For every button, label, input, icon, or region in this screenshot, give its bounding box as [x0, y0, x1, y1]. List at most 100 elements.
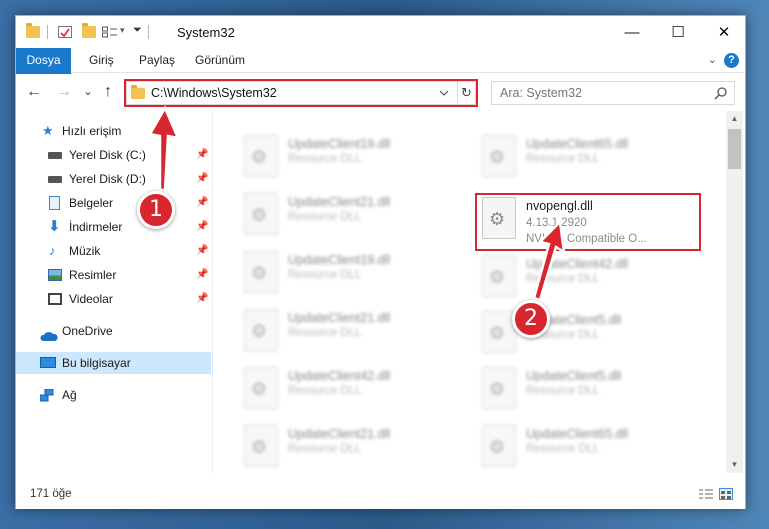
file-name: UpdateClient21.dll — [288, 311, 391, 325]
sidebar-item-videos[interactable]: Videolar 📌 — [16, 288, 211, 310]
file-item[interactable]: UpdateClient5.dll Resource DLL — [476, 363, 706, 415]
back-button[interactable]: ← — [24, 82, 44, 102]
sidebar-item-label: OneDrive — [62, 324, 113, 338]
file-name: UpdateClient21.dll — [288, 427, 391, 441]
tab-share[interactable]: Paylaş — [139, 48, 175, 73]
folder-icon — [26, 23, 40, 38]
up-button[interactable]: ↑ — [98, 82, 118, 102]
search-box[interactable] — [491, 81, 735, 105]
dll-file-icon — [244, 193, 278, 235]
file-description: Resource DLL — [288, 269, 362, 281]
dll-file-icon — [482, 311, 516, 353]
pin-icon[interactable]: 📌 — [196, 240, 208, 262]
sidebar-item-quick-access[interactable]: ★ Hızlı erişim — [16, 120, 211, 142]
file-item[interactable]: UpdateClient65.dll Resource DLL — [476, 131, 706, 183]
dll-file-icon — [244, 251, 278, 293]
vertical-scrollbar[interactable]: ▲ ▼ — [726, 111, 743, 473]
sidebar-item-music[interactable]: ♪ Müzik 📌 — [16, 240, 211, 262]
sidebar-item-label: Bu bilgisayar — [62, 356, 131, 370]
file-highlight-box — [475, 193, 701, 251]
address-highlight-box — [124, 79, 478, 107]
search-input[interactable] — [500, 85, 700, 101]
file-description: Resource DLL — [526, 385, 600, 397]
pin-icon[interactable]: 📌 — [196, 168, 208, 190]
scroll-up-icon[interactable]: ▲ — [726, 111, 743, 127]
sidebar-item-disk-d[interactable]: Yerel Disk (D:) 📌 — [16, 168, 211, 190]
file-item[interactable]: UpdateClient65.dll Resource DLL — [476, 421, 706, 473]
navigation-bar: ← → ⌄ ↑ C:\Windows\System32 ↻ — [16, 74, 745, 110]
sidebar-item-label: Yerel Disk (C:) — [69, 148, 146, 162]
search-icon[interactable] — [714, 86, 728, 100]
dll-file-icon — [482, 135, 516, 177]
sidebar-item-onedrive[interactable]: OneDrive — [16, 320, 211, 342]
network-icon — [39, 388, 56, 402]
sidebar-item-label: Hızlı erişim — [62, 124, 122, 138]
dll-file-icon — [244, 425, 278, 467]
file-description: Resource DLL — [288, 327, 362, 339]
sidebar-item-pictures[interactable]: Resimler 📌 — [16, 264, 211, 286]
explorer-window: ▾ ⏷ System32 — ☐ ✕ Dosya Giriş Paylaş Gö… — [15, 15, 746, 509]
dll-file-icon — [244, 367, 278, 409]
videos-icon — [48, 293, 62, 305]
new-folder-icon[interactable] — [82, 23, 96, 38]
navigation-pane: ★ Hızlı erişim Yerel Disk (C:) 📌 Yerel D… — [16, 111, 213, 473]
file-name: UpdateClient19.dll — [288, 253, 391, 267]
pin-icon[interactable]: 📌 — [196, 264, 208, 286]
file-name: UpdateClient19.dll — [288, 137, 391, 151]
forward-button[interactable]: → — [54, 82, 74, 102]
sidebar-item-label: Resimler — [69, 268, 117, 282]
rename-icon[interactable] — [102, 26, 118, 38]
file-description: Resource DLL — [526, 443, 600, 455]
sidebar-item-network[interactable]: Ağ — [16, 384, 211, 406]
file-description: Resource DLL — [288, 211, 362, 223]
file-item[interactable]: UpdateClient21.dll Resource DLL — [238, 305, 468, 357]
title-bar: ▾ ⏷ System32 — ☐ ✕ — [16, 16, 745, 48]
sidebar-item-label: Videolar — [69, 292, 113, 306]
sidebar-item-documents[interactable]: Belgeler 📌 — [16, 192, 211, 214]
file-item[interactable]: UpdateClient5.dll Resource DLL — [476, 307, 706, 359]
help-button[interactable]: ? — [724, 53, 739, 68]
drive-icon — [48, 152, 62, 159]
pin-icon[interactable]: 📌 — [196, 288, 208, 310]
file-item[interactable]: UpdateClient21.dll Resource DLL — [238, 421, 468, 473]
pin-icon[interactable]: 📌 — [196, 192, 208, 214]
pin-icon[interactable]: 📌 — [196, 144, 208, 166]
ribbon-tabs: Dosya Giriş Paylaş Görünüm ⌄ ? — [16, 48, 745, 100]
dll-file-icon — [482, 367, 516, 409]
file-list: UpdateClient19.dll Resource DLL UpdateCl… — [216, 111, 726, 473]
minimize-button[interactable]: — — [609, 16, 655, 48]
properties-icon[interactable] — [58, 26, 72, 38]
file-item[interactable]: UpdateClient42.dll Resource DLL — [476, 251, 706, 303]
qat-dropdown-icon[interactable]: ▾ — [120, 25, 125, 36]
tab-home[interactable]: Giriş — [89, 48, 114, 73]
scrollbar-thumb[interactable] — [728, 129, 741, 169]
close-button[interactable]: ✕ — [701, 16, 747, 48]
sidebar-item-this-pc[interactable]: Bu bilgisayar — [16, 352, 211, 374]
pictures-icon — [48, 269, 62, 281]
expand-ribbon-icon[interactable]: ⌄ — [708, 53, 717, 66]
file-item[interactable]: UpdateClient19.dll Resource DLL — [238, 131, 468, 183]
star-icon: ★ — [42, 123, 54, 138]
file-item[interactable]: UpdateClient42.dll Resource DLL — [238, 363, 468, 415]
recent-locations-button[interactable]: ⌄ — [78, 82, 98, 102]
dll-file-icon — [244, 309, 278, 351]
scroll-down-icon[interactable]: ▼ — [726, 457, 743, 473]
step-2-badge: 2 — [512, 300, 550, 338]
file-description: Resource DLL — [526, 153, 600, 165]
sidebar-item-label: Yerel Disk (D:) — [69, 172, 146, 186]
file-item[interactable]: UpdateClient21.dll Resource DLL — [238, 189, 468, 241]
file-description: Resource DLL — [288, 385, 362, 397]
tiles-view-icon[interactable] — [719, 488, 733, 500]
details-view-icon[interactable] — [699, 488, 713, 500]
customize-qat-icon[interactable]: ⏷ — [133, 24, 142, 37]
pin-icon[interactable]: 📌 — [196, 216, 208, 238]
sidebar-item-disk-c[interactable]: Yerel Disk (C:) 📌 — [16, 144, 211, 166]
dll-file-icon — [482, 255, 516, 297]
file-name: UpdateClient42.dll — [288, 369, 391, 383]
tab-view[interactable]: Görünüm — [195, 48, 245, 73]
sidebar-item-label: Belgeler — [69, 196, 114, 210]
maximize-button[interactable]: ☐ — [655, 16, 701, 48]
divider — [47, 25, 48, 39]
sidebar-item-downloads[interactable]: ⬇ İndirmeler 📌 — [16, 216, 211, 238]
file-item[interactable]: UpdateClient19.dll Resource DLL — [238, 247, 468, 299]
